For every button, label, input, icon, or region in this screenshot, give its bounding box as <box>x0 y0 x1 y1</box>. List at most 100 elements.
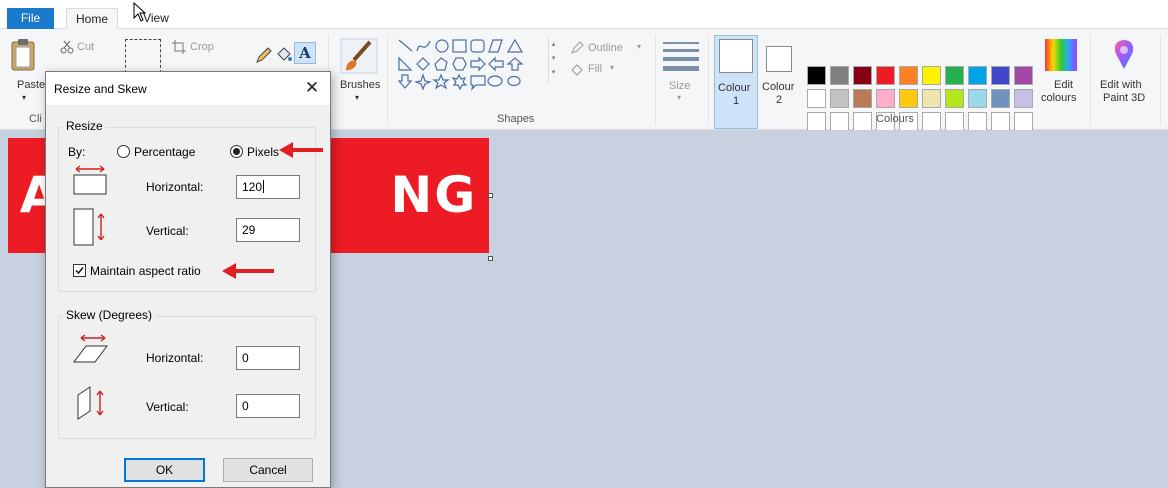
skew-vertical-input[interactable]: 0 <box>236 394 300 418</box>
maintain-aspect-checkbox[interactable] <box>73 264 86 277</box>
outline-dropdown-icon[interactable]: ▾ <box>637 42 641 51</box>
pixels-label[interactable]: Pixels <box>247 145 279 159</box>
edit-colours-line2[interactable]: colours <box>1041 92 1076 104</box>
custom-colour-swatch[interactable] <box>968 112 987 131</box>
skew-legend: Skew (Degrees) <box>63 308 156 322</box>
dialog-title-bar[interactable]: Resize and Skew ✕ <box>46 72 330 105</box>
palette-swatch[interactable] <box>830 66 849 85</box>
colour1-label-line2: 1 <box>733 95 740 107</box>
size-dropdown-icon[interactable]: ▾ <box>677 93 681 102</box>
cancel-button[interactable]: Cancel <box>223 458 313 482</box>
paint3d-label-line2[interactable]: Paint 3D <box>1103 92 1145 104</box>
brushes-button[interactable]: Brushes <box>340 79 380 91</box>
select-button[interactable] <box>125 39 161 73</box>
pixels-radio[interactable] <box>230 145 243 158</box>
palette-swatch[interactable] <box>922 66 941 85</box>
resize-handle-right[interactable] <box>488 193 493 198</box>
annotation-arrow-icon <box>279 142 323 158</box>
palette-swatch[interactable] <box>968 66 987 85</box>
horizontal-skew-icon <box>73 334 108 363</box>
skew-horizontal-input[interactable]: 0 <box>236 346 300 370</box>
colour1-label-line1: Colour <box>718 82 751 94</box>
resize-skew-dialog: Resize and Skew ✕ Resize By: Percentage … <box>45 71 331 488</box>
fill-bucket-icon[interactable] <box>275 45 293 63</box>
palette-swatch[interactable] <box>807 89 826 108</box>
size-lines-icon[interactable] <box>663 42 699 71</box>
custom-colour-swatch[interactable] <box>853 112 872 131</box>
skew-horizontal-label: Horizontal: <box>146 351 204 365</box>
ribbon-separator <box>1160 35 1161 125</box>
palette-swatch[interactable] <box>991 66 1010 85</box>
paste-button[interactable] <box>10 38 36 75</box>
percentage-label[interactable]: Percentage <box>134 145 195 159</box>
scissors-icon <box>60 40 74 54</box>
paste-dropdown-icon[interactable]: ▾ <box>22 93 26 102</box>
paint3d-icon[interactable] <box>1112 39 1136 71</box>
palette-swatch[interactable] <box>945 66 964 85</box>
palette-swatch[interactable] <box>968 89 987 108</box>
resize-vertical-input[interactable]: 29 <box>236 218 300 242</box>
custom-colour-swatch[interactable] <box>945 112 964 131</box>
palette-swatch[interactable] <box>876 66 895 85</box>
pencil-icon[interactable] <box>255 46 273 64</box>
palette-swatch[interactable] <box>830 89 849 108</box>
custom-colour-swatch[interactable] <box>922 112 941 131</box>
clipboard-group-label: Cli <box>29 113 42 125</box>
palette-swatch[interactable] <box>807 66 826 85</box>
text-tool-icon[interactable]: A <box>294 42 316 64</box>
maintain-aspect-label[interactable]: Maintain aspect ratio <box>90 264 201 278</box>
palette-swatch[interactable] <box>899 89 918 108</box>
shapes-gallery[interactable] <box>396 37 546 101</box>
resize-horizontal-value: 120 <box>242 180 263 194</box>
clipboard-icon <box>11 39 35 71</box>
palette-swatch[interactable] <box>1014 66 1033 85</box>
palette-swatch[interactable] <box>991 89 1010 108</box>
palette-swatch[interactable] <box>922 89 941 108</box>
custom-colour-swatch[interactable] <box>1014 112 1033 131</box>
palette-swatch[interactable] <box>876 89 895 108</box>
palette-swatch[interactable] <box>899 66 918 85</box>
edit-colours-line1[interactable]: Edit <box>1054 79 1073 91</box>
colour2-swatch[interactable] <box>766 46 792 72</box>
ribbon-separator <box>1090 35 1091 125</box>
ribbon-separator <box>655 35 656 125</box>
custom-colour-swatch[interactable] <box>830 112 849 131</box>
palette-swatch[interactable] <box>853 66 872 85</box>
paste-label: Paste <box>17 79 46 91</box>
crop-button[interactable]: Crop <box>190 41 214 53</box>
colour2-label-line1: Colour <box>762 81 795 93</box>
resize-handle-corner[interactable] <box>488 256 493 261</box>
ribbon-separator <box>708 35 709 125</box>
shapes-scroll-buttons[interactable]: ▴ ▾ ▾ <box>548 38 558 84</box>
skew-vertical-label: Vertical: <box>146 400 189 414</box>
cut-button[interactable]: Cut <box>77 41 94 53</box>
palette-swatch[interactable] <box>1014 89 1033 108</box>
rainbow-icon[interactable] <box>1045 39 1077 71</box>
resize-legend: Resize <box>63 119 106 133</box>
custom-colour-swatch[interactable] <box>807 112 826 131</box>
colour1-swatch <box>719 39 753 73</box>
paint3d-label-line1[interactable]: Edit with <box>1100 79 1142 91</box>
percentage-radio[interactable] <box>117 145 130 158</box>
text-caret <box>263 180 265 193</box>
brushes-dropdown-icon[interactable]: ▾ <box>355 93 359 102</box>
size-button[interactable]: Size <box>669 80 690 92</box>
close-icon[interactable]: ✕ <box>300 76 324 100</box>
fill-dropdown-icon[interactable]: ▾ <box>610 63 614 72</box>
palette-swatch[interactable] <box>945 89 964 108</box>
custom-colour-swatch[interactable] <box>991 112 1010 131</box>
fill-button[interactable]: Fill <box>588 63 602 75</box>
resize-horizontal-input[interactable]: 120 <box>236 175 300 199</box>
palette-swatch[interactable] <box>853 89 872 108</box>
tab-home[interactable]: Home <box>66 8 118 30</box>
colour1-button[interactable]: Colour 1 <box>714 35 758 129</box>
vertical-resize-icon <box>73 208 105 246</box>
ok-button[interactable]: OK <box>124 458 205 482</box>
outline-button[interactable]: Outline <box>588 42 623 54</box>
shapes-group-label: Shapes <box>497 113 535 125</box>
brush-icon[interactable] <box>340 38 378 74</box>
by-label: By: <box>68 145 86 159</box>
colours-group-label: Colours <box>876 113 914 125</box>
tab-file[interactable]: File <box>7 8 54 29</box>
resize-horizontal-label: Horizontal: <box>146 180 204 194</box>
